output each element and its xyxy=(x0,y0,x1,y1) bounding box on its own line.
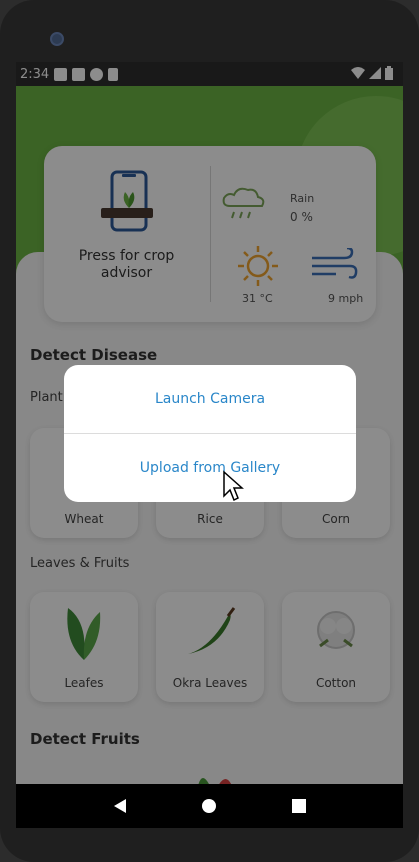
back-icon[interactable] xyxy=(113,798,127,814)
mouse-cursor-icon xyxy=(223,470,244,502)
navigation-bar xyxy=(16,784,403,828)
phone-frame: 2:34 Press for crop advisor Rain 0 % 31 … xyxy=(0,0,419,862)
recents-icon[interactable] xyxy=(291,799,306,813)
front-camera xyxy=(50,32,64,46)
app-screen: 2:34 Press for crop advisor Rain 0 % 31 … xyxy=(16,62,403,784)
upload-from-gallery-button[interactable]: Upload from Gallery xyxy=(64,434,356,502)
image-source-dialog: Launch Camera Upload from Gallery xyxy=(64,365,356,502)
launch-camera-button[interactable]: Launch Camera xyxy=(64,365,356,433)
home-icon[interactable] xyxy=(201,798,217,814)
